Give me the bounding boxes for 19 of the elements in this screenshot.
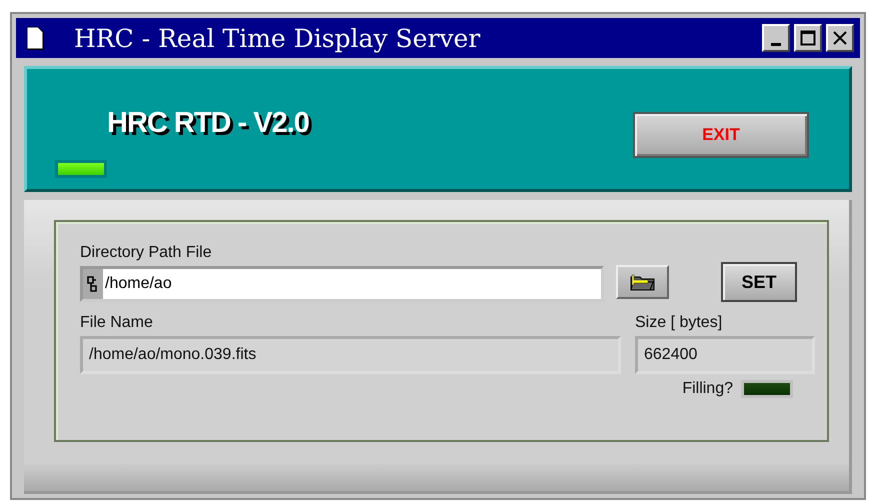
minimize-button[interactable] — [762, 24, 790, 52]
folder-icon — [630, 273, 656, 291]
file-name-field: /home/ao/mono.039.fits — [80, 336, 621, 374]
field-label: File Name — [80, 314, 154, 332]
app-title: HRC RTD - V2.0 — [107, 107, 310, 140]
minimize-icon — [771, 42, 781, 46]
maximize-icon — [800, 30, 816, 46]
field-label: Directory Path File — [80, 244, 213, 262]
window-title: HRC - Real Time Display Server — [74, 24, 482, 52]
size-field: 662400 — [635, 336, 815, 374]
field-label: Size [ bytes] — [635, 314, 724, 332]
browse-folder-button[interactable] — [616, 265, 669, 299]
maximize-button[interactable] — [794, 24, 822, 52]
filling-label: Filling? — [682, 380, 733, 398]
close-button[interactable] — [826, 24, 854, 52]
path-field[interactable]: /home/ao — [80, 266, 604, 302]
document-icon — [26, 26, 44, 50]
close-icon — [832, 30, 848, 46]
set-button[interactable]: SET — [720, 262, 797, 302]
